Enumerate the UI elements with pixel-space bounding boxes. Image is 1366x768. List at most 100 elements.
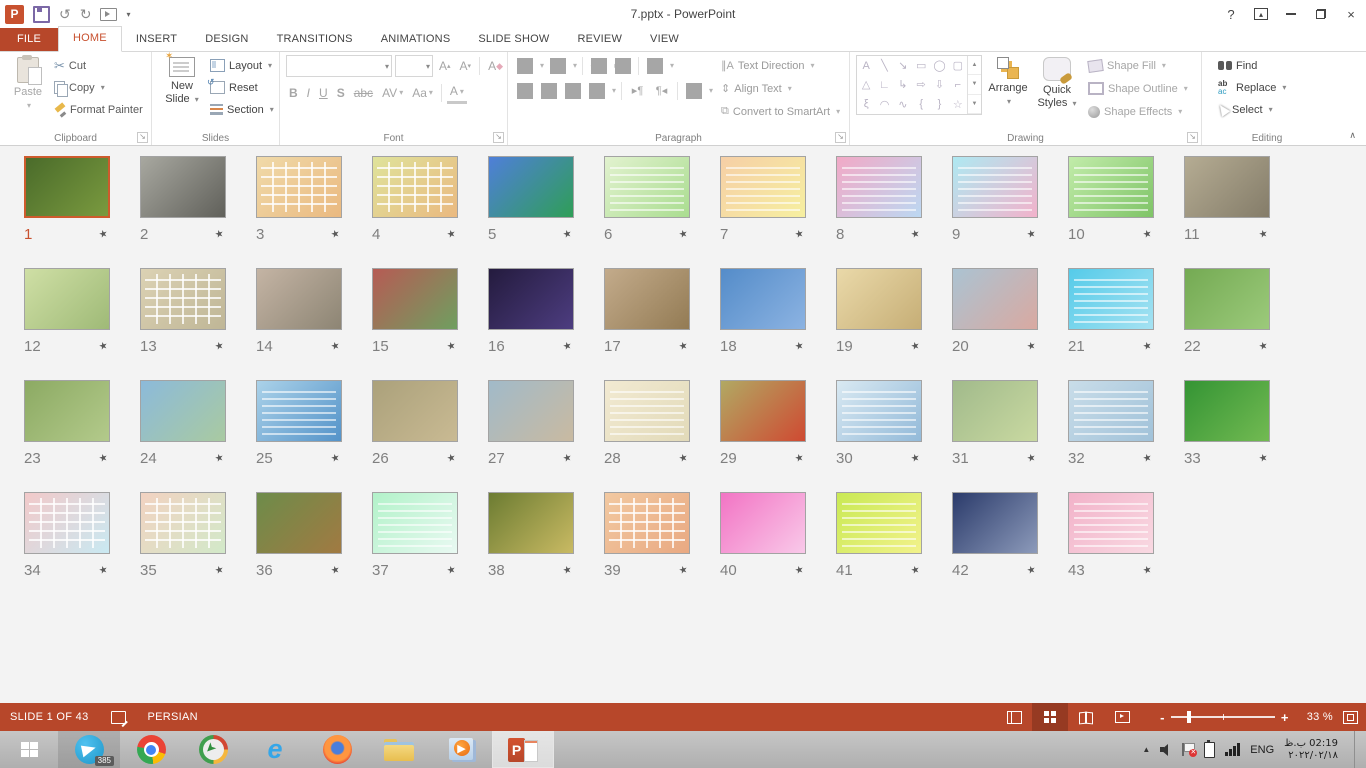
bullets-button[interactable] [514, 55, 535, 76]
section-button[interactable]: Section▾ [210, 99, 274, 120]
slide-thumbnail-cell[interactable]: 29 ★ [720, 369, 836, 481]
slide-thumbnail[interactable] [488, 156, 574, 218]
shape-down-arrow-icon[interactable]: ⇩ [930, 75, 948, 94]
slide-thumbnail-cell[interactable]: 30 ★ [836, 369, 952, 481]
close-button[interactable]: × [1336, 3, 1366, 25]
fit-slide-to-window-icon[interactable] [1343, 711, 1358, 724]
clipboard-dialog-launcher-icon[interactable]: ↘ [137, 132, 148, 143]
slide-thumbnail-cell[interactable]: 10 ★ [1068, 145, 1184, 257]
collapse-ribbon-icon[interactable]: ∧ [1349, 130, 1356, 141]
zoom-level[interactable]: 33 % [1307, 711, 1333, 723]
tab-home[interactable]: HOME [58, 26, 122, 52]
tab-view[interactable]: VIEW [636, 28, 693, 51]
reading-view-button[interactable] [1068, 703, 1104, 731]
rtl-text-button[interactable]: ¶◂ [651, 80, 672, 101]
font-name-combo[interactable]: ▾ [286, 55, 392, 77]
ribbon-display-options-button[interactable]: ▴ [1246, 3, 1276, 25]
scroll-down-icon[interactable]: ▼ [968, 75, 981, 94]
slide-thumbnail[interactable] [1068, 380, 1154, 442]
slide-thumbnail[interactable] [720, 492, 806, 554]
scroll-up-icon[interactable]: ▲ [968, 56, 981, 75]
slide-thumbnail[interactable] [836, 268, 922, 330]
slide-thumbnail[interactable] [1184, 156, 1270, 218]
start-slideshow-icon[interactable] [100, 8, 117, 21]
slide-thumbnail[interactable] [488, 268, 574, 330]
volume-icon[interactable] [1160, 744, 1172, 756]
slide-thumbnail[interactable] [604, 492, 690, 554]
reset-button[interactable]: Reset [210, 77, 274, 98]
align-center-button[interactable] [538, 80, 559, 101]
slide-thumbnail-cell[interactable]: 32 ★ [1068, 369, 1184, 481]
arrange-button[interactable]: Arrange▾ [982, 55, 1034, 108]
slide-thumbnail[interactable] [952, 268, 1038, 330]
cut-button[interactable]: ✂Cut [54, 55, 143, 76]
slide-thumbnail[interactable] [140, 268, 226, 330]
slide-thumbnail-cell[interactable]: 25 ★ [256, 369, 372, 481]
language-indicator[interactable]: PERSIAN [148, 711, 198, 723]
slide-thumbnail[interactable] [836, 492, 922, 554]
slide-thumbnail-cell[interactable]: 13 ★ [140, 257, 256, 369]
slide-thumbnail[interactable] [952, 492, 1038, 554]
find-button[interactable]: Find [1218, 55, 1286, 76]
slide-thumbnail[interactable] [488, 492, 574, 554]
slide-thumbnail[interactable] [24, 268, 110, 330]
minimize-button[interactable] [1276, 3, 1306, 25]
tab-design[interactable]: DESIGN [191, 28, 262, 51]
tab-review[interactable]: REVIEW [563, 28, 636, 51]
input-language[interactable]: ENG [1250, 744, 1274, 756]
slide-thumbnail-cell[interactable]: 37 ★ [372, 481, 488, 593]
slide-thumbnail[interactable] [140, 492, 226, 554]
normal-view-button[interactable] [996, 703, 1032, 731]
taskbar-powerpoint[interactable] [492, 731, 554, 768]
shape-outline-button[interactable]: Shape Outline▾ [1088, 78, 1188, 99]
slide-thumbnail-cell[interactable]: 15 ★ [372, 257, 488, 369]
slide-thumbnail-cell[interactable]: 43 ★ [1068, 481, 1184, 593]
align-left-button[interactable] [514, 80, 535, 101]
slide-thumbnail[interactable] [836, 380, 922, 442]
zoom-slider[interactable] [1171, 716, 1275, 718]
slide-thumbnail[interactable] [836, 156, 922, 218]
grow-font-button[interactable]: A▴ [436, 56, 454, 76]
slide-thumbnail-cell[interactable]: 5 ★ [488, 145, 604, 257]
paragraph-dialog-launcher-icon[interactable]: ↘ [835, 132, 846, 143]
slide-thumbnail-cell[interactable]: 23 ★ [24, 369, 140, 481]
slide-thumbnail[interactable] [140, 380, 226, 442]
slide-thumbnail-cell[interactable]: 16 ★ [488, 257, 604, 369]
save-icon[interactable] [33, 6, 50, 23]
slide-thumbnail-cell[interactable]: 9 ★ [952, 145, 1068, 257]
taskbar-media-player[interactable] [430, 731, 492, 768]
slide-thumbnail-cell[interactable]: 14 ★ [256, 257, 372, 369]
action-center-flag-icon[interactable] [1182, 743, 1194, 756]
change-case-button[interactable]: Aa▾ [409, 83, 436, 103]
slide-thumbnail-cell[interactable]: 40 ★ [720, 481, 836, 593]
slide-thumbnail[interactable] [720, 156, 806, 218]
slide-thumbnail-cell[interactable]: 6 ★ [604, 145, 720, 257]
character-spacing-button[interactable]: AV▾ [379, 83, 406, 103]
shape-curve-icon[interactable]: ∿ [894, 95, 912, 114]
slide-thumbnail[interactable] [1068, 268, 1154, 330]
align-text-button[interactable]: ⇕Align Text▾ [721, 78, 840, 99]
increase-indent-button[interactable] [612, 55, 633, 76]
zoom-out-button[interactable]: - [1154, 710, 1171, 725]
slide-thumbnail[interactable] [720, 380, 806, 442]
slide-thumbnail-cell[interactable]: 24 ★ [140, 369, 256, 481]
shrink-font-button[interactable]: A▾ [457, 56, 475, 76]
slide-sorter-view-button[interactable] [1032, 703, 1068, 731]
slide-thumbnail-cell[interactable]: 7 ★ [720, 145, 836, 257]
shape-star-icon[interactable]: ☆ [949, 95, 967, 114]
slide-thumbnail-cell[interactable]: 4 ★ [372, 145, 488, 257]
slide-thumbnail[interactable] [24, 492, 110, 554]
decrease-indent-button[interactable] [588, 55, 609, 76]
tab-animations[interactable]: ANIMATIONS [367, 28, 465, 51]
select-button[interactable]: Select▾ [1218, 99, 1286, 120]
slide-thumbnail[interactable] [1068, 156, 1154, 218]
shape-effects-button[interactable]: Shape Effects▾ [1088, 101, 1188, 122]
slide-thumbnail[interactable] [952, 156, 1038, 218]
slide-thumbnail-cell[interactable]: 33 ★ [1184, 369, 1300, 481]
start-button[interactable] [0, 731, 58, 768]
tab-slide-show[interactable]: SLIDE SHOW [464, 28, 563, 51]
font-dialog-launcher-icon[interactable]: ↘ [493, 132, 504, 143]
taskbar-firefox[interactable] [306, 731, 368, 768]
taskbar-internet-explorer[interactable]: e [244, 731, 306, 768]
slide-thumbnail[interactable] [24, 156, 110, 218]
